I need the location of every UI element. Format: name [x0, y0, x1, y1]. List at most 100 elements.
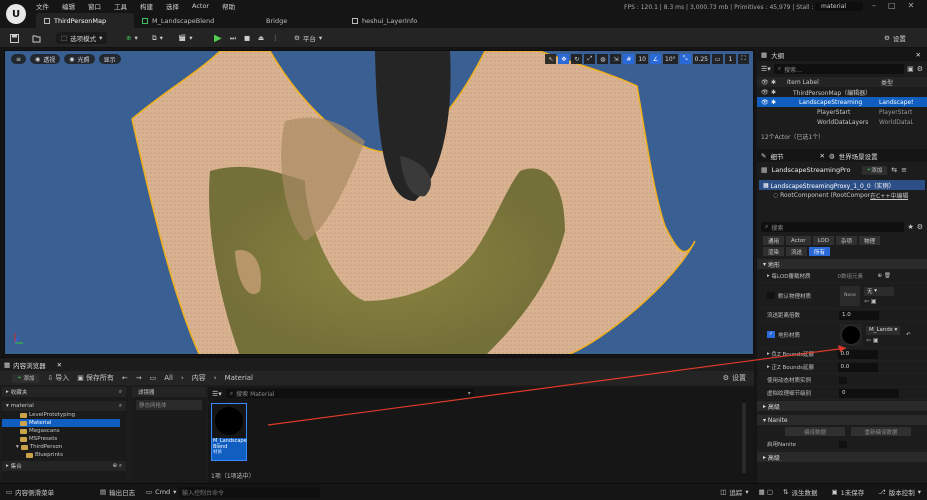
maximize-icon[interactable]: □ — [888, 1, 896, 10]
blueprint-icon[interactable]: ⇆ — [891, 166, 897, 174]
stop-button[interactable]: ■ — [244, 32, 250, 44]
menu-item-window[interactable]: 窗口 — [88, 1, 101, 11]
tree-item[interactable]: Blueprints — [2, 451, 126, 459]
filter-all[interactable]: 所有 — [809, 247, 831, 256]
trace-button[interactable]: ◫ 追踪 ▾ — [720, 487, 748, 497]
filter-streaming[interactable]: 流送 — [786, 247, 808, 256]
phys-material-dropdown[interactable]: 无 ▾ — [864, 286, 894, 296]
rotate-snap-icon[interactable]: ∠ — [650, 54, 661, 64]
play-button[interactable]: ▶ — [214, 32, 222, 44]
asset-search[interactable]: ⌕ 搜索 Material ▾ — [225, 389, 474, 398]
perspective-button[interactable]: ◉ 透视 — [30, 54, 61, 64]
outliner-search[interactable]: ⌕ 搜索... — [773, 64, 905, 74]
outliner-row[interactable]: 👁︎ ✱ ThirdPersonMap（编辑器） — [757, 87, 927, 97]
negative-z-input[interactable]: 0.0 — [837, 349, 878, 359]
edit-in-cpp-link[interactable]: 在C++中编辑 — [870, 191, 908, 200]
reset-icon[interactable]: ↶ — [906, 332, 911, 338]
breadcrumb-content[interactable]: 内容 — [192, 373, 206, 383]
filter-rendering[interactable]: 渲染 — [763, 247, 785, 256]
breadcrumb-material[interactable]: Material — [225, 374, 253, 382]
category-nanite[interactable]: ▾ Nanite — [757, 415, 927, 425]
pin-icon[interactable]: ✱ — [771, 99, 783, 106]
add-actor-button[interactable]: ⊕ ▾ — [126, 32, 138, 44]
tab-thirdpersonmap[interactable]: ThirdPersonMap — [36, 13, 134, 28]
tab-world-settings[interactable]: 世界场景设置 — [839, 151, 878, 161]
forward-icon[interactable]: → — [136, 374, 142, 382]
menu-item-select[interactable]: 选择 — [166, 1, 179, 11]
collections-header[interactable]: ▸ 集合 ⊕ ⌕ — [2, 461, 126, 471]
select-tool-icon[interactable]: ↖ — [545, 54, 557, 64]
top-search-field[interactable]: material — [815, 2, 863, 11]
import-button[interactable]: ⇩ 导入 — [47, 373, 69, 383]
world-space-icon[interactable]: ◍ — [597, 54, 609, 64]
lit-button[interactable]: ◉ 光照 — [64, 54, 95, 64]
eject-button[interactable]: ⏏ — [258, 32, 264, 44]
rebuild-data-button[interactable]: 编译数据 — [785, 427, 845, 436]
minimize-icon[interactable]: – — [872, 1, 876, 10]
filter-icon[interactable]: ☰▾ — [212, 390, 222, 398]
breadcrumb-all[interactable]: All — [164, 374, 173, 382]
menu-item-tools[interactable]: 工具 — [114, 1, 127, 11]
level-viewport[interactable]: ≡ ◉ 透视 ◉ 光照 显示 ↖ ✥ ↻ ⤢ ◍ ⇲ # 10 ∠ 10° ⤡ 0.… — [4, 50, 754, 355]
filter-physics[interactable]: 物理 — [858, 236, 880, 245]
tree-item[interactable]: Megascans — [2, 427, 126, 435]
console-input[interactable]: 输入控制台命令 — [178, 486, 320, 498]
filter-actor[interactable]: Actor — [786, 236, 811, 245]
surface-snap-icon[interactable]: ⇲ — [610, 54, 622, 64]
camera-speed-value[interactable]: 1 — [725, 54, 736, 64]
unsaved-button[interactable]: ▣ 1未保存 — [831, 487, 864, 497]
show-button[interactable]: 显示 — [98, 54, 121, 64]
outliner-row[interactable]: PlayerStart PlayerStart — [757, 107, 927, 117]
step-button[interactable]: ⏭ — [230, 32, 236, 44]
menu-item-edit[interactable]: 编辑 — [62, 1, 75, 11]
filter-static-mesh[interactable]: 静态网格体 — [136, 400, 202, 410]
category-advanced[interactable]: ▸ 高级 — [757, 401, 927, 411]
favorites-header[interactable]: ▸ 收藏夹 ⌕ — [2, 387, 126, 397]
tree-item-selected[interactable]: Material — [2, 419, 120, 427]
blueprint-button[interactable]: ⧉ ▾ — [152, 32, 163, 44]
folder-icon[interactable]: ▭ — [150, 374, 157, 382]
checkbox[interactable] — [767, 292, 775, 299]
visibility-icon[interactable]: 👁︎ — [761, 99, 771, 106]
save-icon[interactable] — [10, 32, 19, 44]
stream-distance-input[interactable]: 1.0 — [839, 310, 879, 320]
root-header[interactable]: ▾ material ⌕ — [2, 401, 126, 411]
tree-item[interactable]: LevelPrototyping — [2, 411, 126, 419]
cb-settings-button[interactable]: ⚙ 设置 — [723, 373, 746, 383]
close-icon[interactable]: ✕ — [908, 1, 915, 10]
browse-icon[interactable]: ⇦ ▣ — [866, 337, 900, 344]
scale-snap-icon[interactable]: ⤡ — [679, 54, 691, 64]
checkbox-checked[interactable]: ✓ — [767, 331, 775, 338]
tab-bridge[interactable]: Bridge — [246, 13, 344, 28]
add-button[interactable]: + 添加 — [12, 373, 40, 383]
outliner-row[interactable]: WorldDataLayers WorldDataL — [757, 117, 927, 127]
col-type[interactable]: 类型 — [881, 78, 893, 87]
checkbox[interactable] — [839, 376, 847, 384]
filter-lod[interactable]: LOD — [812, 236, 834, 245]
content-drawer-button[interactable]: ▭ 内容侧滑菜单 — [0, 487, 100, 497]
menu-item-build[interactable]: 构建 — [140, 1, 153, 11]
layout-icons[interactable]: ▦ ▢ — [759, 488, 773, 496]
outliner-row-selected[interactable]: 👁︎ ✱ LandscapeStreaming LandscapeS — [757, 97, 927, 107]
browse-icon[interactable]: ⇦ ▣ — [864, 298, 894, 305]
close-icon[interactable]: ✕ — [57, 361, 62, 369]
content-browser-tab[interactable]: ▦ 内容浏览器 ✕ — [4, 359, 62, 370]
add-icon[interactable]: ⊕ ⌕ — [113, 463, 122, 470]
tab-details[interactable]: 细节 — [770, 151, 783, 161]
menu-item-file[interactable]: 文件 — [36, 1, 49, 11]
rebuild-again-button[interactable]: 重新编译数据 — [851, 427, 911, 436]
derived-data-button[interactable]: ⇅ 派生数据 — [783, 487, 817, 497]
trash-icon[interactable]: 🗑︎ — [882, 273, 891, 279]
landscape-material-dropdown[interactable]: M_Lands ▾ — [866, 325, 900, 335]
play-options-button[interactable]: ⋮ — [272, 32, 279, 44]
source-control-button[interactable]: ⎇ 版本控制 ▾ — [878, 487, 921, 497]
checkbox[interactable] — [839, 440, 847, 448]
close-icon[interactable]: ✕ — [916, 51, 921, 59]
asset-thumbnail[interactable] — [840, 323, 862, 346]
menu-item-help[interactable]: 帮助 — [222, 1, 235, 11]
save-all-button[interactable]: ▣ 保存所有 — [77, 373, 114, 383]
gear-icon[interactable]: ⚙ — [917, 223, 923, 231]
asset-thumbnail[interactable]: None — [840, 285, 860, 306]
cinematics-button[interactable]: 🎬︎ ▾ — [178, 32, 193, 44]
add-component-button[interactable]: + 添加 — [861, 165, 888, 175]
